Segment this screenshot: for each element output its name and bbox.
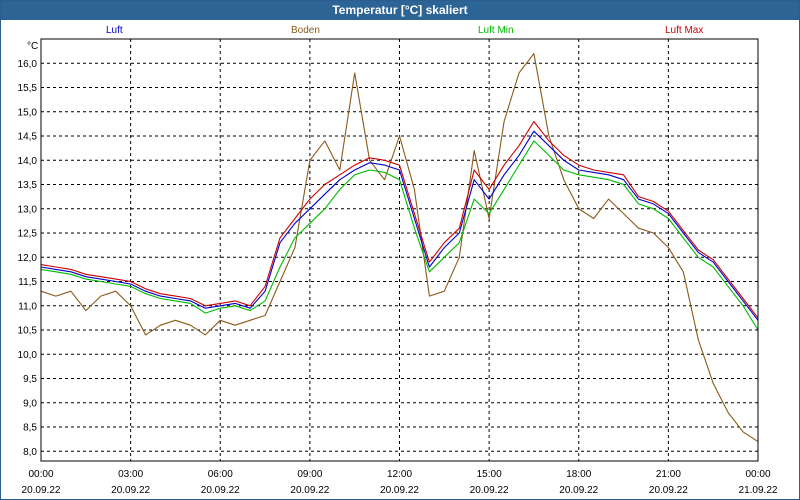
y-tick-label: 10,5 (18, 326, 38, 337)
x-tick-date: 20.09.22 (380, 485, 419, 496)
y-tick-label: 8,0 (23, 447, 37, 458)
x-tick-time: 06:00 (208, 469, 233, 480)
line-chart: °C 8,0 8,5 9,0 9,5 10,0 10,5 11,0 11,5 12,0 12,5 1… (18, 38, 778, 496)
y-tick-label: 13,5 (18, 180, 38, 191)
y-tick-label: 12,5 (18, 229, 38, 240)
y-tick-label: 9,5 (23, 374, 37, 385)
grid (41, 39, 758, 461)
y-tick-label: 13,0 (18, 204, 38, 215)
y-tick-label: 9,0 (23, 398, 37, 409)
x-tick-date: 20.09.22 (470, 485, 509, 496)
y-tick-label: 15,0 (18, 107, 38, 118)
y-tick-label: 11,5 (18, 277, 37, 288)
x-tick-time: 09:00 (297, 469, 322, 480)
y-tick-label: 15,5 (18, 83, 38, 94)
series-line-luft-min (40, 140, 759, 331)
x-tick-time: 15:00 (477, 469, 502, 480)
y-tick-label: 10,0 (18, 350, 38, 361)
x-tick-time: 12:00 (387, 469, 412, 480)
x-tick-date: 20.09.22 (111, 485, 150, 496)
x-tick-date: 20.09.22 (22, 485, 61, 496)
x-tick-date: 20.09.22 (290, 485, 329, 496)
x-tick-time: 00:00 (745, 469, 770, 480)
y-tick-label: 11,0 (18, 301, 37, 312)
y-axis-unit: °C (27, 41, 38, 52)
x-tick-time: 18:00 (566, 469, 591, 480)
x-tick-date: 21.09.22 (739, 485, 778, 496)
x-tick-time: 21:00 (656, 469, 681, 480)
y-tick-label: 8,5 (23, 423, 37, 434)
x-axis-ticks: 00:00 20.09.22 03:00 20.09.22 06:00 20.09.22 0… (22, 469, 778, 496)
x-tick-date: 20.09.22 (559, 485, 598, 496)
x-tick-time: 03:00 (118, 469, 143, 480)
chart-frame: Temperatur [°C] skaliert Luft Boden Luft… (0, 0, 800, 500)
y-tick-label: 14,0 (18, 156, 38, 167)
x-tick-date: 20.09.22 (649, 485, 688, 496)
y-tick-label: 16,0 (18, 59, 38, 70)
x-tick-time: 00:00 (28, 469, 53, 480)
x-tick-date: 20.09.22 (201, 485, 240, 496)
y-tick-label: 14,5 (18, 132, 38, 143)
y-axis-ticks: 8,0 8,5 9,0 9,5 10,0 10,5 11,0 11,5 12,0 12,5 13,0… (18, 59, 38, 458)
y-tick-label: 12,0 (18, 253, 38, 264)
